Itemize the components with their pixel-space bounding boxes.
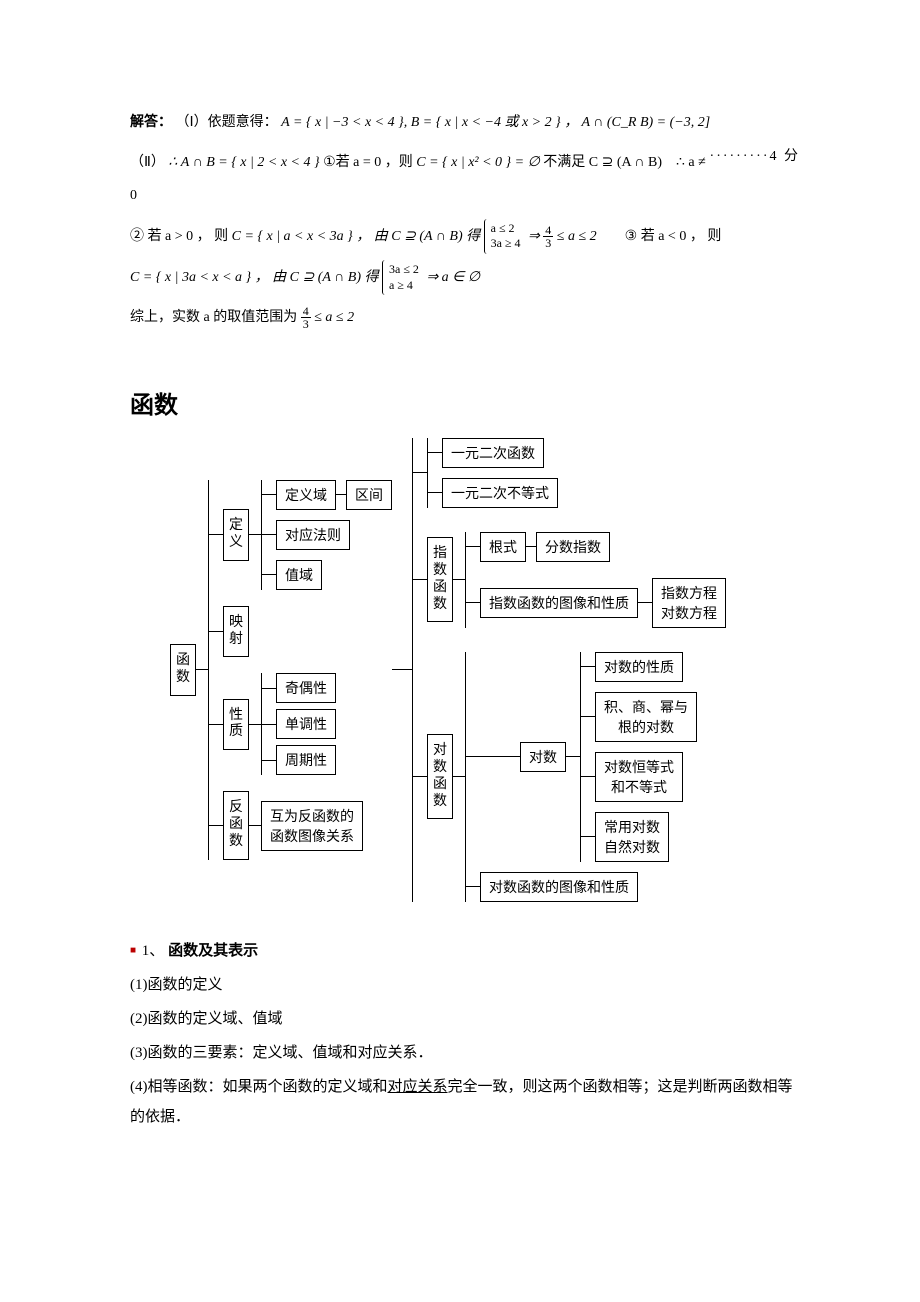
sol-p5-prefix: 综上，实数 a 的取值范围为 xyxy=(130,310,297,325)
n1d-pre: (4)相等函数：如果两个函数的定义域和 xyxy=(130,1079,388,1095)
n1-title: 函数及其表示 xyxy=(168,943,258,959)
sol-case2-brace: a ≤ 2 3a ≥ 4 xyxy=(484,219,525,254)
sol-case1-label: ①若 a = 0 ，则 xyxy=(323,155,413,170)
sol-case2-set: C = { x | a < x < 3a } ， 由 C ⊇ (A ∩ B) 得 xyxy=(232,229,481,244)
node-ds-cy: 常用对数自然对数 xyxy=(595,812,669,862)
frac-n: 4 xyxy=(543,224,553,237)
node-zy: 值域 xyxy=(276,560,322,590)
section-title: 函数 xyxy=(130,385,800,420)
sol-p5-frac: 43 xyxy=(301,305,311,330)
node-ds-jsmg: 积、商、幂与根的对数 xyxy=(595,692,697,742)
node-dshs: 对数函数 xyxy=(427,734,453,819)
sol-p1-score: ·········4 分 xyxy=(710,149,800,164)
brace-top: a ≤ 2 xyxy=(491,221,515,235)
notes-block: ■ 1、 函数及其表示 (1)函数的定义 (2)函数的定义域、值域 (3)函数的… xyxy=(130,936,800,1132)
node-qj: 区间 xyxy=(346,480,392,510)
concept-diagram: 函数 定义 定义域 区间 xyxy=(170,438,800,902)
node-dshs-img: 对数函数的图像和性质 xyxy=(480,872,638,902)
frac-d-2: 3 xyxy=(301,318,311,330)
sol-p2-prefix: （Ⅱ） xyxy=(130,155,165,170)
brace-top-2: 3a ≤ 2 xyxy=(389,262,419,276)
node-dyy: 定义域 xyxy=(276,480,336,510)
sol-case2-label: ② 若 a > 0 ， 则 xyxy=(130,229,228,244)
node-root: 函数 xyxy=(170,644,196,696)
solution-label: 解答： xyxy=(130,115,172,130)
node-zshs: 指数函数 xyxy=(427,537,453,622)
sol-p2-therefore: ∴ A ∩ B = { x | 2 < x < 4 } xyxy=(168,155,319,170)
node-ds-xq: 对数的性质 xyxy=(595,652,683,682)
n1d: (4)相等函数：如果两个函数的定义域和对应关系完全一致，则这两个函数相等；这是判… xyxy=(130,1072,800,1132)
marker-icon: ■ xyxy=(130,945,136,956)
n1a: (1)函数的定义 xyxy=(130,970,800,1000)
node-zqx: 周期性 xyxy=(276,745,336,775)
sol-case3-label: ③ 若 a < 0 ， 则 xyxy=(625,229,722,244)
node-ds: 对数 xyxy=(520,742,566,772)
n1-num: 1、 xyxy=(142,943,165,959)
node-eqbox: 指数方程对数方程 xyxy=(652,578,726,628)
node-gs: 根式 xyxy=(480,532,526,562)
sol-p5-tail: ≤ a ≤ 2 xyxy=(314,310,354,325)
node-dyfz: 对应法则 xyxy=(276,520,350,550)
node-yingshe: 映射 xyxy=(223,606,249,658)
brace-bot-2: a ≥ 4 xyxy=(389,278,413,292)
frac-d: 3 xyxy=(543,237,553,249)
n1d-ul: 对应关系 xyxy=(388,1079,448,1095)
node-yyebds: 一元二次不等式 xyxy=(442,478,558,508)
n1c: (3)函数的三要素：定义域、值域和对应关系． xyxy=(130,1038,800,1068)
sol-p4-set: C = { x | 3a < x < a } ， 由 C ⊇ (A ∩ B) 得 xyxy=(130,270,379,285)
sol-p1-sets: A = { x | −3 < x < 4 }, B = { x | x < −4… xyxy=(281,115,710,130)
node-dingyi: 定义 xyxy=(223,509,249,561)
sol-p1-prefix: （Ⅰ）依题意得： xyxy=(176,115,278,130)
node-ddx: 单调性 xyxy=(276,709,336,739)
sol-case2-frac: 43 xyxy=(543,224,553,249)
node-fhs: 反函数 xyxy=(223,791,249,859)
node-fszs: 分数指数 xyxy=(536,532,610,562)
node-yyec: 一元二次函数 xyxy=(442,438,544,468)
sol-p4-brace: 3a ≤ 2 a ≥ 4 xyxy=(382,260,423,295)
node-fhs-rel: 互为反函数的函数图像关系 xyxy=(261,801,363,851)
node-xingzhi: 性质 xyxy=(223,699,249,751)
solution-block: 解答： （Ⅰ）依题意得： A = { x | −3 < x < 4 }, B =… xyxy=(130,106,800,335)
brace-bot: 3a ≥ 4 xyxy=(491,236,521,250)
node-ds-hds: 对数恒等式和不等式 xyxy=(595,752,683,802)
sol-case2-arrow: ⇒ xyxy=(528,229,540,244)
sol-p4-tail: ⇒ a ∈ ∅ xyxy=(426,270,480,285)
node-zstx: 指数函数的图像和性质 xyxy=(480,588,638,618)
sol-case1-set: C = { x | x² < 0 } = ∅ xyxy=(416,155,540,170)
sol-case2-tail: ≤ a ≤ 2 xyxy=(557,229,597,244)
node-qox: 奇偶性 xyxy=(276,673,336,703)
n1b: (2)函数的定义域、值域 xyxy=(130,1004,800,1034)
